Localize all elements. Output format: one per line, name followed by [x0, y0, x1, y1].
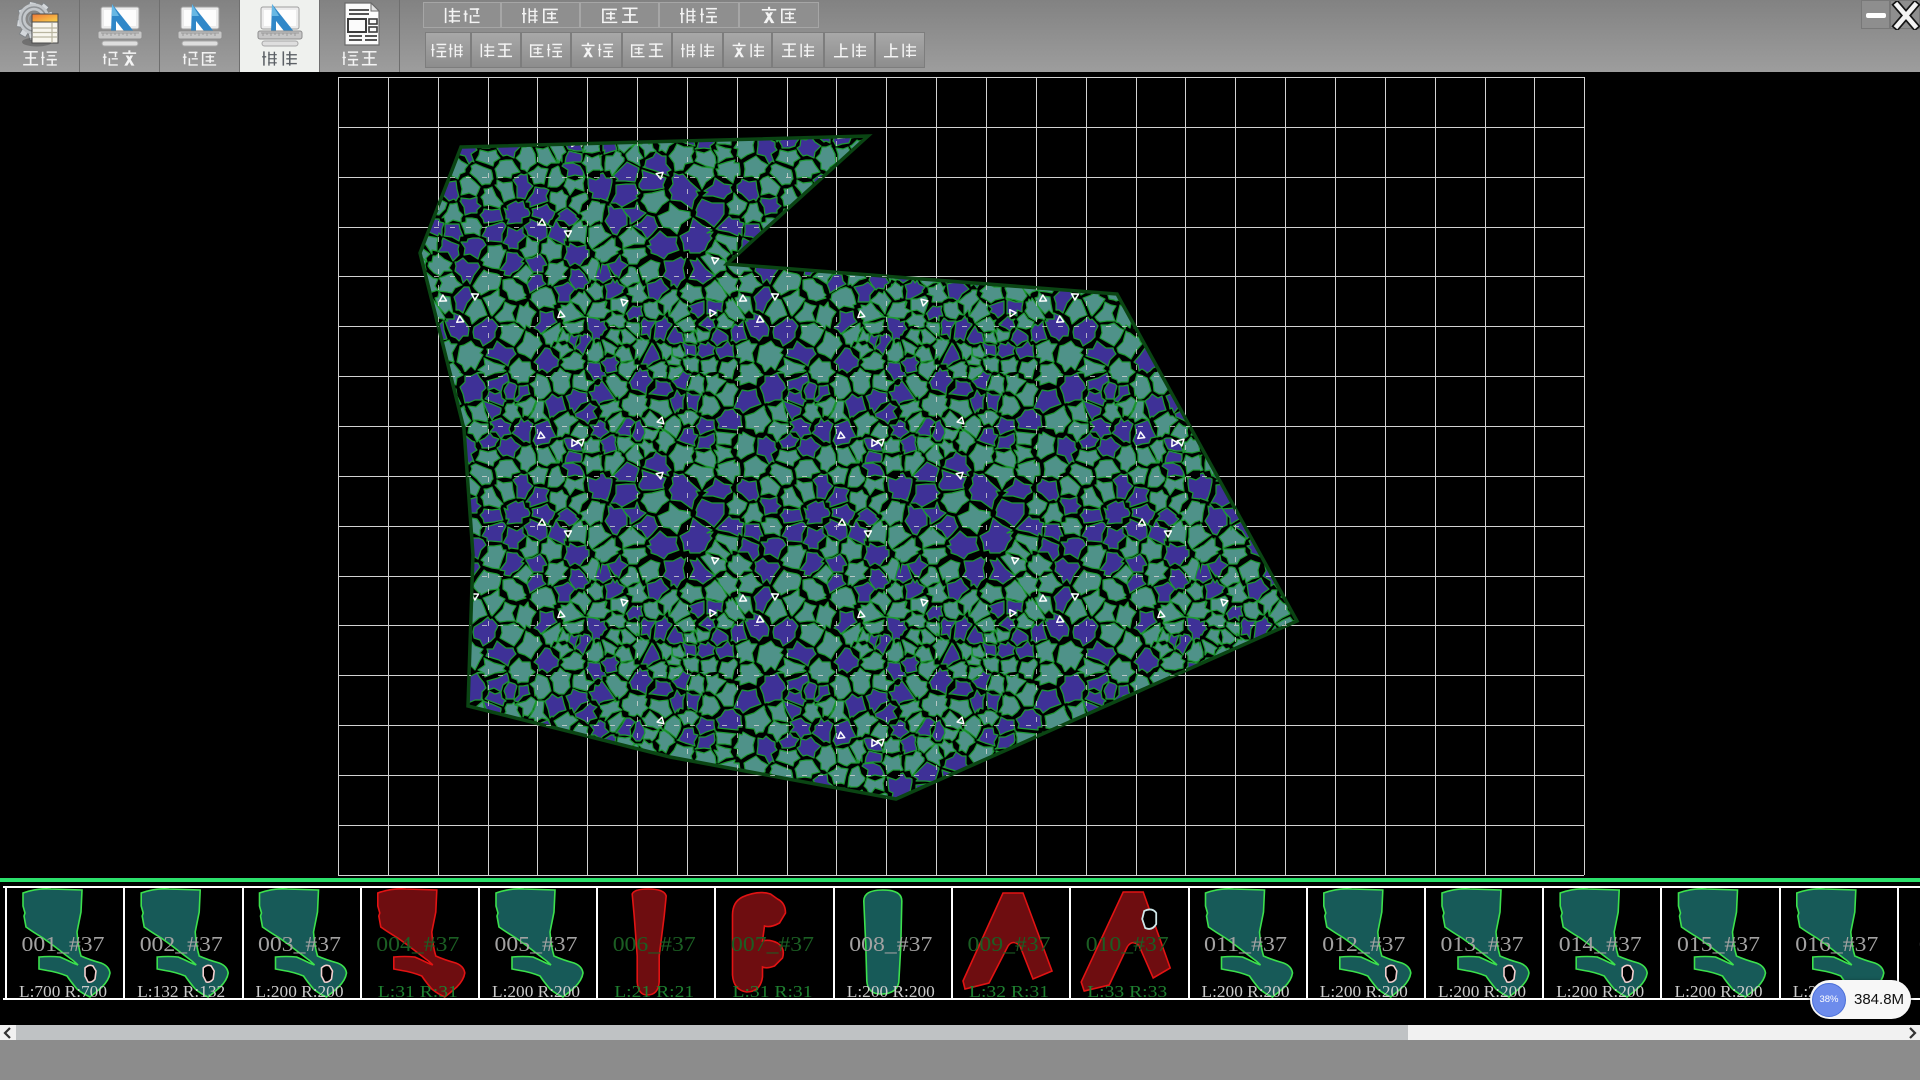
svg-text:008_#37: 008_#37	[849, 932, 932, 956]
svg-text:L:200 R:200: L:200 R:200	[1556, 982, 1644, 1000]
svg-text:010_#37: 010_#37	[1086, 932, 1169, 956]
svg-text:L:31 R:31: L:31 R:31	[378, 982, 458, 1000]
svg-text:L:200 R:200: L:200 R:200	[256, 982, 344, 1000]
svg-text:015_#37: 015_#37	[1677, 932, 1760, 956]
svg-text:L:200 R:200: L:200 R:200	[1675, 982, 1763, 1000]
svg-text:002_#37: 002_#37	[140, 932, 223, 956]
svg-text:009_#37: 009_#37	[968, 932, 1051, 956]
svg-text:L:200 R:200: L:200 R:200	[1438, 982, 1526, 1000]
svg-text:L:200 R:200: L:200 R:200	[847, 982, 935, 1000]
svg-text:001_#37: 001_#37	[22, 932, 105, 956]
svg-text:014_#37: 014_#37	[1559, 932, 1642, 956]
svg-text:011_#37: 011_#37	[1204, 932, 1287, 956]
svg-text:004_#37: 004_#37	[376, 932, 459, 956]
svg-text:013_#37: 013_#37	[1441, 932, 1524, 956]
svg-text:L:132 R:132: L:132 R:132	[137, 982, 225, 1000]
svg-text:L:200 R:200: L:200 R:200	[1202, 982, 1290, 1000]
svg-text:006_#37: 006_#37	[613, 932, 696, 956]
svg-text:L:200 R:200: L:200 R:200	[492, 982, 580, 1000]
svg-text:L:21 R:21: L:21 R:21	[614, 982, 694, 1000]
svg-text:L:33 R:33: L:33 R:33	[1087, 982, 1167, 1000]
svg-text:007_#37: 007_#37	[731, 932, 814, 956]
svg-text:012_#37: 012_#37	[1322, 932, 1405, 956]
svg-text:L:31 R:31: L:31 R:31	[733, 982, 813, 1000]
svg-text:016_#37: 016_#37	[1795, 932, 1878, 956]
svg-text:005_#37: 005_#37	[495, 932, 578, 956]
svg-text:L:200 R:200: L:200 R:200	[1320, 982, 1408, 1000]
svg-text:L:32 R:31: L:32 R:31	[969, 982, 1049, 1000]
svg-text:003_#37: 003_#37	[258, 932, 341, 956]
svg-text:L:700 R:700: L:700 R:700	[19, 982, 107, 1000]
